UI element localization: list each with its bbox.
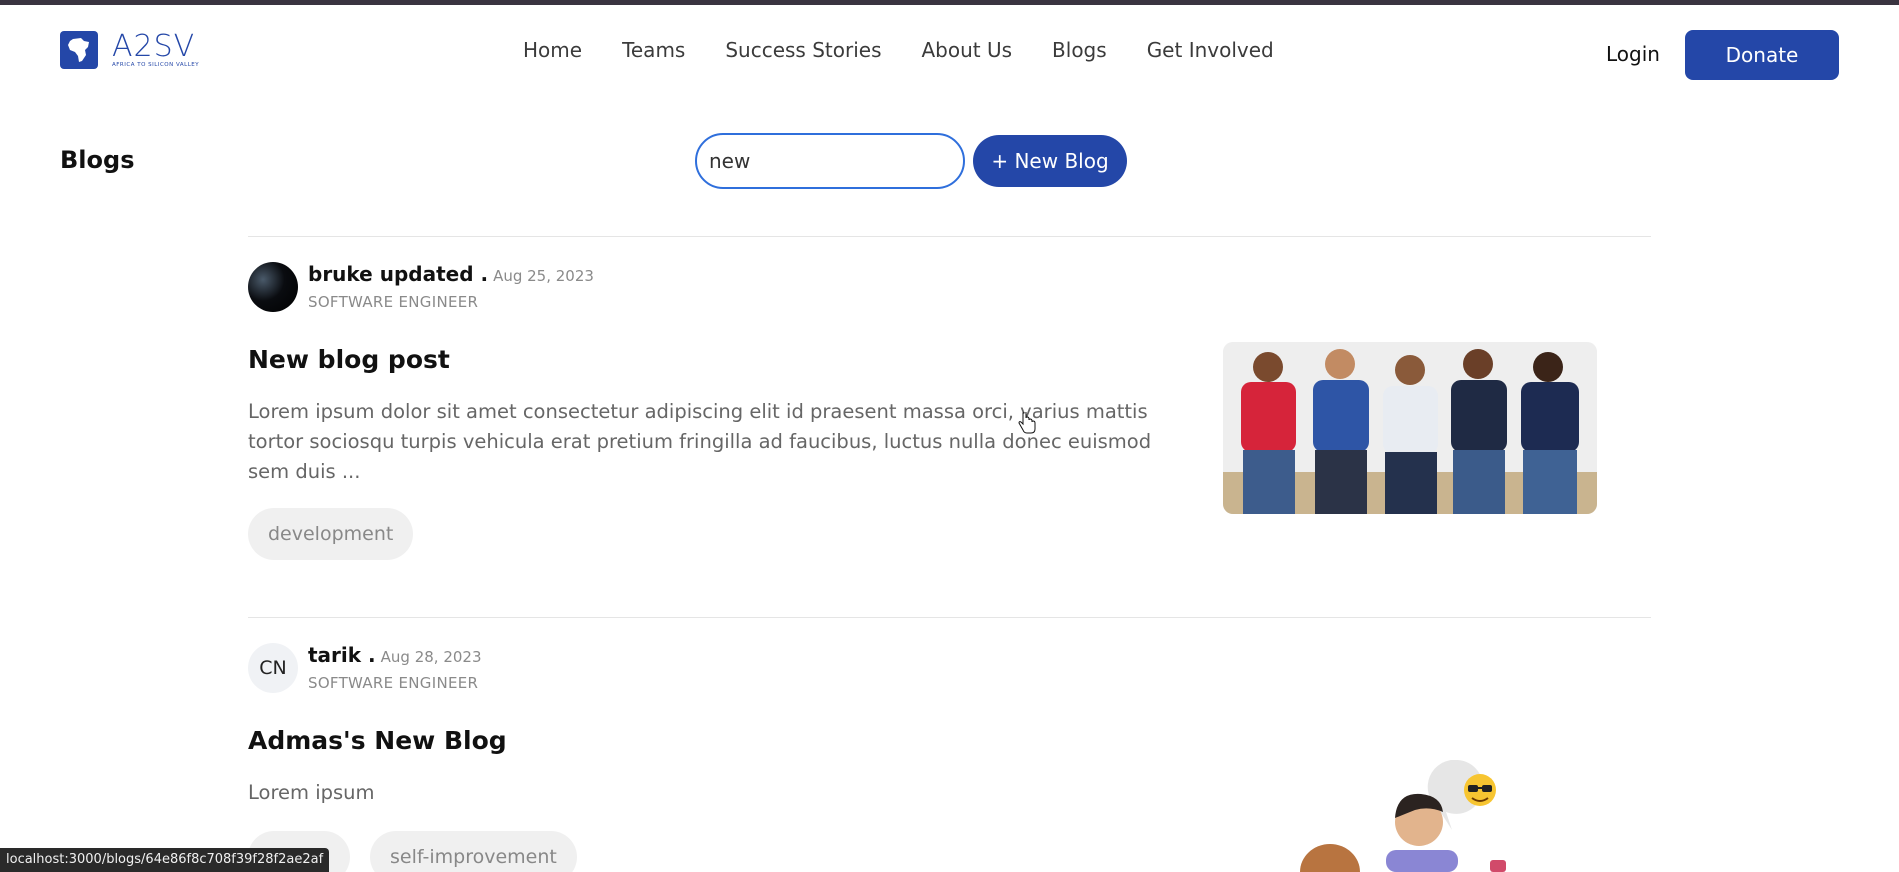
nav-home[interactable]: Home xyxy=(523,38,582,62)
post-title[interactable]: Admas's New Blog xyxy=(248,726,507,755)
post-title[interactable]: New blog post xyxy=(248,345,450,374)
divider xyxy=(248,617,1651,618)
avatar: CN xyxy=(248,643,298,693)
author-name: bruke updated . xyxy=(308,262,489,286)
main-nav: Home Teams Success Stories About Us Blog… xyxy=(523,38,1274,62)
nav-teams[interactable]: Teams xyxy=(622,38,685,62)
author-role: SOFTWARE ENGINEER xyxy=(308,674,479,692)
tag-chip[interactable]: development xyxy=(248,508,414,560)
avatar xyxy=(248,262,298,312)
nav-blogs[interactable]: Blogs xyxy=(1052,38,1107,62)
status-bar-url: localhost:3000/blogs/64e86f8c708f39f28f2… xyxy=(0,848,330,872)
nav-get-involved[interactable]: Get Involved xyxy=(1147,38,1274,62)
divider xyxy=(248,236,1651,237)
nav-success-stories[interactable]: Success Stories xyxy=(725,38,881,62)
africa-map-icon xyxy=(60,31,98,69)
logo-subtitle: AFRICA TO SILICON VALLEY xyxy=(112,62,200,68)
author-name: tarik . xyxy=(308,643,376,667)
search-input[interactable] xyxy=(695,133,965,189)
tag-chip[interactable]: self-improvement xyxy=(370,831,577,872)
site-header: A2SV AFRICA TO SILICON VALLEY Home Teams… xyxy=(0,5,1899,95)
login-link[interactable]: Login xyxy=(1606,42,1660,66)
nav-about-us[interactable]: About Us xyxy=(922,38,1013,62)
post-date: Aug 28, 2023 xyxy=(380,648,482,666)
post-meta: tarik . Aug 28, 2023 xyxy=(308,643,482,667)
logo-mark-text: A2SV xyxy=(112,29,196,64)
donate-button[interactable]: Donate xyxy=(1685,30,1839,80)
new-blog-button[interactable]: + New Blog xyxy=(973,135,1127,187)
site-logo[interactable]: A2SV AFRICA TO SILICON VALLEY xyxy=(60,31,199,69)
post-date: Aug 25, 2023 xyxy=(493,267,594,285)
post-meta: bruke updated . Aug 25, 2023 xyxy=(308,262,594,286)
blog-illustration[interactable] xyxy=(1300,759,1530,872)
logo-wordmark: A2SV AFRICA TO SILICON VALLEY xyxy=(112,29,200,69)
post-thumbnail[interactable] xyxy=(1223,342,1597,514)
post-excerpt: Lorem ipsum xyxy=(248,781,375,804)
hand-cursor-icon xyxy=(1018,410,1036,438)
page-title: Blogs xyxy=(60,146,135,174)
post-excerpt: Lorem ipsum dolor sit amet consectetur a… xyxy=(248,400,1152,483)
author-role: SOFTWARE ENGINEER xyxy=(308,293,479,311)
blog-post-card[interactable]: bruke updated . Aug 25, 2023 SOFTWARE EN… xyxy=(248,262,1651,562)
